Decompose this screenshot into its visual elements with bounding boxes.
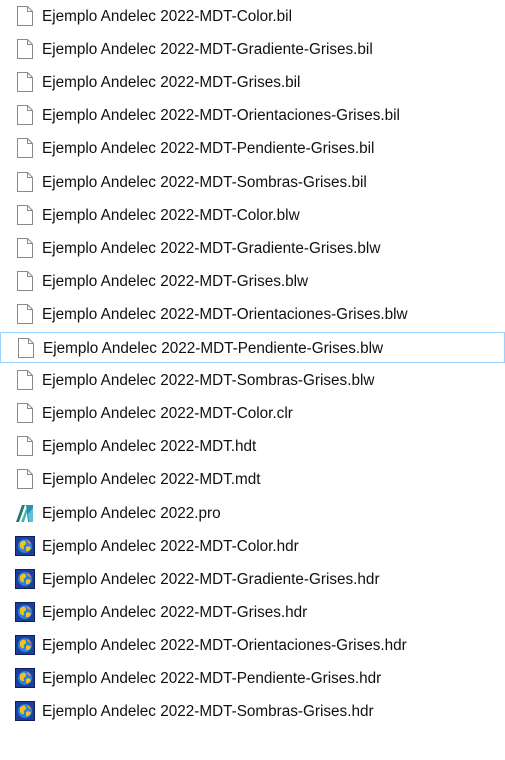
globe-header-icon bbox=[15, 701, 35, 722]
file-name-label: Ejemplo Andelec 2022-MDT-Grises.blw bbox=[42, 272, 309, 290]
blank-document-icon bbox=[15, 237, 35, 258]
file-name-label: Ejemplo Andelec 2022-MDT-Gradiente-Grise… bbox=[42, 239, 381, 257]
blank-document-icon bbox=[15, 105, 35, 126]
file-list-item[interactable]: Ejemplo Andelec 2022-MDT-Orientaciones-G… bbox=[0, 299, 505, 330]
file-list-item[interactable]: Ejemplo Andelec 2022-MDT-Color.blw bbox=[0, 200, 505, 231]
file-name-label: Ejemplo Andelec 2022-MDT-Gradiente-Grise… bbox=[42, 41, 373, 59]
file-list-item[interactable]: Ejemplo Andelec 2022-MDT-Grises.bil bbox=[0, 67, 505, 98]
file-list-item[interactable]: Ejemplo Andelec 2022-MDT-Color.bil bbox=[0, 1, 505, 32]
globe-header-icon bbox=[15, 668, 35, 688]
file-list-item[interactable]: Ejemplo Andelec 2022-MDT.mdt bbox=[0, 464, 505, 495]
file-list-item[interactable]: Ejemplo Andelec 2022.pro bbox=[0, 498, 505, 529]
globe-header-icon bbox=[15, 568, 35, 589]
file-list-item[interactable]: Ejemplo Andelec 2022-MDT-Orientaciones-G… bbox=[0, 100, 505, 131]
globe-header-icon bbox=[15, 601, 35, 622]
blank-document-icon bbox=[15, 6, 35, 26]
blank-document-icon bbox=[15, 138, 35, 159]
blank-document-icon bbox=[16, 338, 36, 358]
file-name-label: Ejemplo Andelec 2022.pro bbox=[42, 504, 221, 522]
file-list-item[interactable]: Ejemplo Andelec 2022-MDT-Grises.hdr bbox=[0, 597, 505, 628]
file-list-item[interactable]: Ejemplo Andelec 2022-MDT-Pendiente-Grise… bbox=[0, 133, 505, 164]
file-name-label: Ejemplo Andelec 2022-MDT-Gradiente-Grise… bbox=[42, 570, 380, 588]
file-list: Ejemplo Andelec 2022-MDT-Color.bil Ejempl… bbox=[0, 0, 505, 760]
file-name-label: Ejemplo Andelec 2022-MDT-Orientaciones-G… bbox=[42, 305, 408, 323]
file-list-item[interactable]: Ejemplo Andelec 2022-MDT-Color.clr bbox=[0, 398, 505, 429]
globe-header-icon bbox=[15, 634, 35, 655]
globe-header-icon bbox=[15, 535, 35, 556]
file-name-label: Ejemplo Andelec 2022-MDT-Pendiente-Grise… bbox=[43, 340, 384, 357]
file-name-label: Ejemplo Andelec 2022-MDT-Pendiente-Grise… bbox=[42, 670, 382, 687]
file-list-item[interactable]: Ejemplo Andelec 2022-MDT-Sombras-Grises.… bbox=[0, 365, 505, 396]
file-list-item[interactable]: Ejemplo Andelec 2022-MDT-Sombras-Grises.… bbox=[0, 696, 505, 727]
file-name-label: Ejemplo Andelec 2022-MDT-Sombras-Grises.… bbox=[42, 173, 367, 191]
file-list-item[interactable]: Ejemplo Andelec 2022-MDT-Pendiente-Grise… bbox=[0, 332, 505, 363]
blank-document-icon bbox=[15, 436, 35, 457]
blank-document-icon bbox=[15, 469, 35, 490]
file-name-label: Ejemplo Andelec 2022-MDT-Grises.bil bbox=[42, 74, 301, 92]
file-name-label: Ejemplo Andelec 2022-MDT.hdt bbox=[42, 438, 257, 456]
blank-document-icon bbox=[15, 303, 35, 324]
file-name-label: Ejemplo Andelec 2022-MDT.mdt bbox=[42, 471, 261, 489]
file-name-label: Ejemplo Andelec 2022-MDT-Pendiente-Grise… bbox=[42, 140, 375, 158]
file-list-item[interactable]: Ejemplo Andelec 2022-MDT-Sombras-Grises.… bbox=[0, 167, 505, 198]
blank-document-icon bbox=[15, 171, 35, 192]
file-list-item[interactable]: Ejemplo Andelec 2022-MDT-Gradiente-Grise… bbox=[0, 233, 505, 264]
file-name-label: Ejemplo Andelec 2022-MDT-Sombras-Grises.… bbox=[42, 703, 374, 721]
file-name-label: Ejemplo Andelec 2022-MDT-Sombras-Grises.… bbox=[42, 372, 375, 390]
file-list-item[interactable]: Ejemplo Andelec 2022-MDT-Grises.blw bbox=[0, 266, 505, 297]
blank-document-icon bbox=[15, 270, 35, 291]
file-name-label: Ejemplo Andelec 2022-MDT-Grises.hdr bbox=[42, 603, 308, 621]
file-name-label: Ejemplo Andelec 2022-MDT-Color.hdr bbox=[42, 537, 299, 555]
file-list-item[interactable]: Ejemplo Andelec 2022-MDT.hdt bbox=[0, 431, 505, 462]
file-name-label: Ejemplo Andelec 2022-MDT-Color.bil bbox=[42, 8, 292, 25]
project-app-icon bbox=[15, 503, 35, 523]
file-list-item[interactable]: Ejemplo Andelec 2022-MDT-Orientaciones-G… bbox=[0, 630, 505, 661]
file-name-label: Ejemplo Andelec 2022-MDT-Color.clr bbox=[42, 405, 293, 423]
file-list-item[interactable]: Ejemplo Andelec 2022-MDT-Pendiente-Grise… bbox=[0, 663, 505, 694]
file-name-label: Ejemplo Andelec 2022-MDT-Orientaciones-G… bbox=[42, 636, 407, 654]
file-name-label: Ejemplo Andelec 2022-MDT-Color.blw bbox=[42, 206, 300, 224]
blank-document-icon bbox=[15, 370, 35, 391]
file-list-item[interactable]: Ejemplo Andelec 2022-MDT-Gradiente-Grise… bbox=[0, 34, 505, 65]
blank-document-icon bbox=[15, 39, 35, 60]
file-list-item[interactable]: Ejemplo Andelec 2022-MDT-Color.hdr bbox=[0, 531, 505, 562]
file-list-item[interactable]: Ejemplo Andelec 2022-MDT-Gradiente-Grise… bbox=[0, 564, 505, 595]
blank-document-icon bbox=[15, 204, 35, 225]
blank-document-icon bbox=[15, 403, 35, 424]
file-name-label: Ejemplo Andelec 2022-MDT-Orientaciones-G… bbox=[42, 107, 400, 125]
blank-document-icon bbox=[15, 72, 35, 93]
